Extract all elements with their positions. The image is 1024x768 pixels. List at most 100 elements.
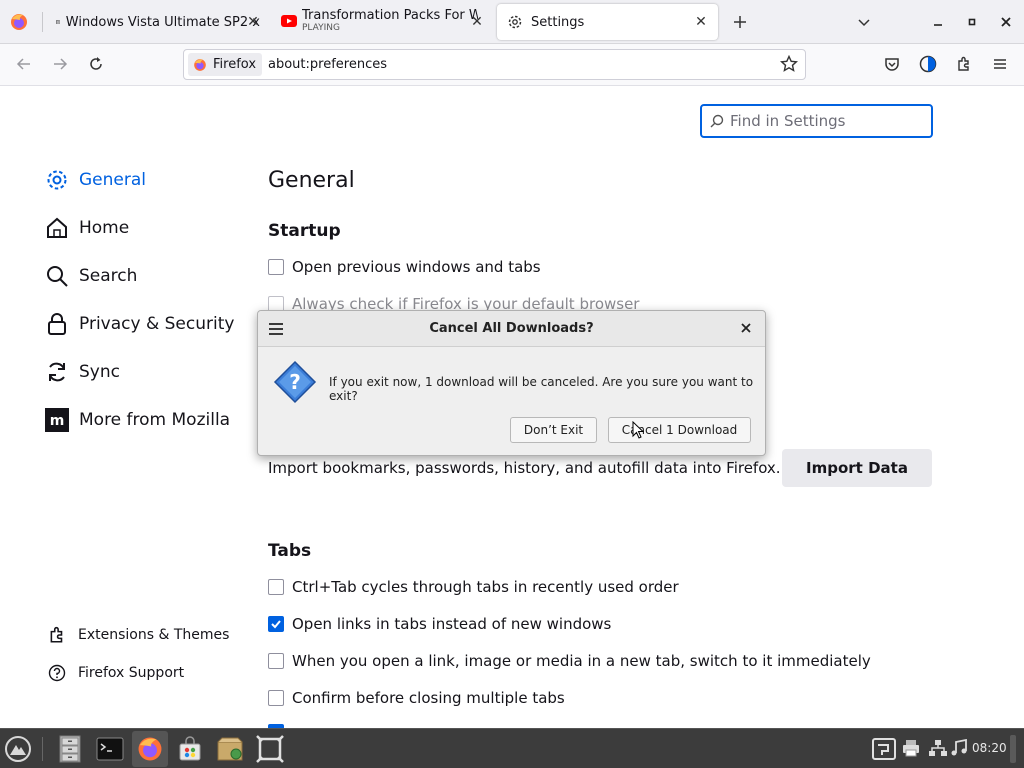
bookmark-star-button[interactable] xyxy=(780,55,798,73)
maximize-icon xyxy=(968,18,976,26)
sidebar-item-privacy[interactable]: Privacy & Security xyxy=(45,312,234,336)
gear-icon xyxy=(508,15,522,29)
tab-close-icon[interactable]: ✕ xyxy=(244,13,262,31)
tray-audio[interactable] xyxy=(950,739,968,757)
checkbox[interactable] xyxy=(268,653,284,669)
sidebar-label: Sync xyxy=(79,362,120,382)
start-menu-button[interactable] xyxy=(0,731,36,767)
url-text[interactable]: about:preferences xyxy=(268,57,387,72)
star-icon xyxy=(780,55,798,72)
svg-text:?: ? xyxy=(289,370,301,394)
sidebar-link-label: Extensions & Themes xyxy=(78,627,230,643)
sidebar-link-firefox-support[interactable]: Firefox Support xyxy=(48,664,184,682)
firefox-icon xyxy=(194,58,206,71)
checkbox-checked[interactable] xyxy=(268,616,284,632)
option-label: Open links in tabs instead of new window… xyxy=(292,615,612,633)
tab-close-icon[interactable]: ✕ xyxy=(692,13,710,31)
forward-button[interactable] xyxy=(46,50,74,78)
extensions-button[interactable] xyxy=(950,50,978,78)
terminal-icon xyxy=(96,737,124,761)
minimize-button[interactable] xyxy=(924,8,952,36)
tab-transformation-packs[interactable]: Transformation Packs For Win PLAYING ✕ xyxy=(272,4,494,40)
checkbox[interactable] xyxy=(268,690,284,706)
sync-icon xyxy=(49,362,65,382)
clock[interactable]: 08:20 xyxy=(972,741,1007,755)
frame-icon xyxy=(256,735,284,763)
gear-icon xyxy=(47,170,67,190)
taskbar-terminal[interactable] xyxy=(92,731,128,767)
option-switch-to-new-tab[interactable]: When you open a link, image or media in … xyxy=(268,652,871,670)
option-label: Open previous windows and tabs xyxy=(292,258,541,276)
youtube-icon xyxy=(281,15,297,27)
museum-icon xyxy=(56,20,60,24)
lock-icon xyxy=(48,313,66,335)
find-in-settings-input[interactable]: Find in Settings xyxy=(700,104,933,138)
taskbar-separator xyxy=(42,737,43,761)
list-all-tabs-button[interactable] xyxy=(850,8,878,36)
startup-heading: Startup xyxy=(268,221,341,241)
tab-settings[interactable]: Settings ✕ xyxy=(497,4,718,40)
identity-label: Firefox xyxy=(213,57,257,72)
close-icon xyxy=(741,323,751,333)
checkmark-icon xyxy=(271,620,281,629)
show-desktop-button[interactable] xyxy=(1010,735,1016,763)
mozilla-icon: m xyxy=(45,408,69,432)
identity-box[interactable]: Firefox xyxy=(188,53,263,76)
sidebar-item-more-from-mozilla[interactable]: m More from Mozilla xyxy=(45,408,230,432)
option-confirm-closing[interactable]: Confirm before closing multiple tabs xyxy=(268,689,565,707)
sidebar-item-general[interactable]: General xyxy=(45,168,146,192)
dialog-close-button[interactable] xyxy=(740,322,752,334)
new-tab-button[interactable] xyxy=(726,8,754,36)
puzzle-icon xyxy=(50,626,63,643)
import-data-button[interactable]: Import Data xyxy=(782,449,932,487)
taskbar-workspace-switcher[interactable] xyxy=(252,731,288,767)
mouse-cursor-icon xyxy=(632,421,644,439)
taskbar-package-manager[interactable] xyxy=(212,731,248,767)
plus-icon xyxy=(734,16,746,28)
close-window-button[interactable] xyxy=(992,8,1020,36)
sidebar-item-sync[interactable]: Sync xyxy=(45,360,120,384)
taskbar-file-manager[interactable] xyxy=(52,731,88,767)
tab-strip: Windows Vista Ultimate SP2 x ✕ Transform… xyxy=(0,0,1024,44)
tab-close-icon[interactable]: ✕ xyxy=(468,13,486,31)
sidebar-link-extensions-themes[interactable]: Extensions & Themes xyxy=(48,626,229,644)
tray-printer[interactable] xyxy=(902,739,920,757)
app-menu-button[interactable] xyxy=(986,50,1014,78)
search-icon xyxy=(710,114,724,128)
tab-divider xyxy=(42,12,43,32)
minimize-icon xyxy=(934,24,942,26)
question-icon: ? xyxy=(273,360,317,404)
home-icon xyxy=(47,217,67,238)
reload-button[interactable] xyxy=(82,50,110,78)
option-open-links-in-tabs[interactable]: Open links in tabs instead of new window… xyxy=(268,615,611,633)
url-bar[interactable]: Firefox about:preferences xyxy=(183,49,806,80)
svg-text:m: m xyxy=(50,413,65,429)
option-label: Ctrl+Tab cycles through tabs in recently… xyxy=(292,578,679,596)
option-open-previous[interactable]: Open previous windows and tabs xyxy=(268,258,541,276)
tray-network[interactable] xyxy=(928,739,948,757)
sidebar-label: Privacy & Security xyxy=(79,314,235,334)
pocket-icon xyxy=(885,58,899,71)
back-button[interactable] xyxy=(10,50,38,78)
sidebar-item-home[interactable]: Home xyxy=(45,216,129,240)
option-ctrl-tab[interactable]: Ctrl+Tab cycles through tabs in recently… xyxy=(268,578,679,596)
tab-windows-vista[interactable]: Windows Vista Ultimate SP2 x ✕ xyxy=(46,4,270,40)
taskbar-firefox[interactable] xyxy=(132,731,168,767)
sidebar-link-label: Firefox Support xyxy=(78,665,185,681)
sidebar-item-search[interactable]: Search xyxy=(45,264,137,288)
pocket-button[interactable] xyxy=(878,50,906,78)
import-description: Import bookmarks, passwords, history, an… xyxy=(268,459,781,477)
taskbar-software-center[interactable] xyxy=(172,731,208,767)
cancel-download-button[interactable]: Cancel 1 Download xyxy=(608,417,751,443)
package-icon xyxy=(217,737,243,761)
checkbox[interactable] xyxy=(268,259,284,275)
account-button[interactable] xyxy=(914,50,942,78)
arrow-left-icon xyxy=(16,58,30,70)
firefox-view-button[interactable] xyxy=(8,11,30,33)
checkbox[interactable] xyxy=(268,579,284,595)
maximize-button[interactable] xyxy=(958,8,986,36)
tray-network-sharing[interactable] xyxy=(866,731,902,767)
help-icon xyxy=(48,664,66,682)
sidebar-label: Search xyxy=(79,266,138,286)
dont-exit-button[interactable]: Don’t Exit xyxy=(510,417,597,443)
